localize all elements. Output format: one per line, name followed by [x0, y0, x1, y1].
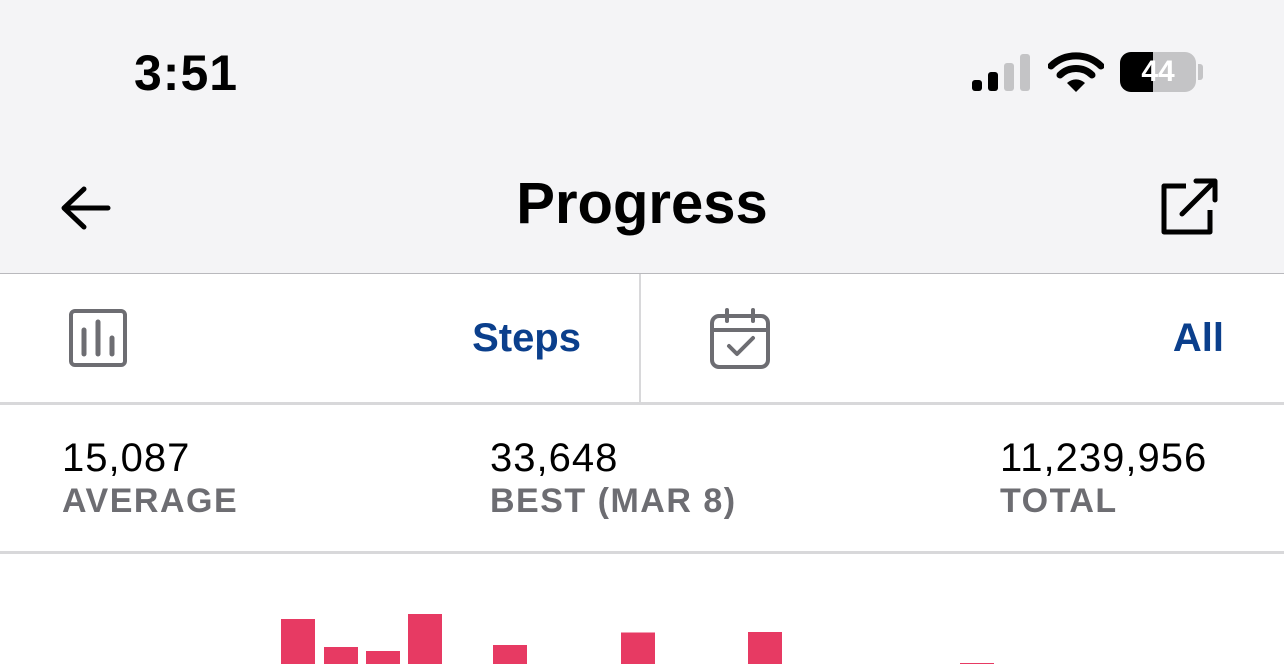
- battery-level: 44: [1141, 55, 1175, 88]
- page-title: Progress: [516, 171, 768, 236]
- status-time: 3:51: [134, 45, 239, 101]
- stats-row: 15,087 AVERAGE 33,648 BEST (MAR 8) 11,23…: [0, 405, 1284, 554]
- navigation-bar: Progress: [0, 140, 1284, 274]
- chart-bar[interactable]: [621, 632, 655, 664]
- calendar-check-icon: [710, 308, 770, 369]
- steps-chart: [0, 554, 1284, 664]
- chart-bar[interactable]: [408, 614, 442, 664]
- chart-bar[interactable]: [324, 647, 358, 664]
- range-selector[interactable]: All: [641, 274, 1284, 402]
- selector-row: Steps All: [0, 274, 1284, 405]
- share-button[interactable]: [1156, 176, 1220, 240]
- stat-value: 15,087: [62, 436, 191, 480]
- stat-value: 11,239,956: [1000, 436, 1208, 480]
- wifi-icon: [1048, 52, 1104, 92]
- chart-bar[interactable]: [366, 651, 400, 664]
- stat-label: AVERAGE: [62, 482, 239, 520]
- cellular-signal-icon: [972, 54, 1030, 91]
- bar-chart-icon: [69, 309, 127, 367]
- stat-value: 33,648: [490, 436, 619, 480]
- battery-tip: [1198, 64, 1203, 80]
- status-bar: 3:51 44: [0, 0, 1284, 140]
- steps-bar-chart: [281, 614, 994, 664]
- share-external-icon: [1161, 178, 1218, 235]
- stat-label: TOTAL: [1000, 482, 1118, 520]
- stat-best: 33,648 BEST (MAR 8): [490, 435, 737, 521]
- battery-icon: 44: [1120, 52, 1196, 92]
- chart-bar[interactable]: [493, 645, 527, 664]
- metric-selector[interactable]: Steps: [0, 274, 639, 402]
- chart-bar[interactable]: [281, 619, 315, 664]
- range-value: All: [1172, 316, 1224, 360]
- stat-average: 15,087 AVERAGE: [62, 435, 238, 521]
- metric-value: Steps: [472, 316, 581, 360]
- stat-total: 11,239,956 TOTAL: [1000, 435, 1207, 521]
- chart-bar[interactable]: [748, 632, 782, 664]
- stat-label: BEST (MAR 8): [490, 482, 737, 520]
